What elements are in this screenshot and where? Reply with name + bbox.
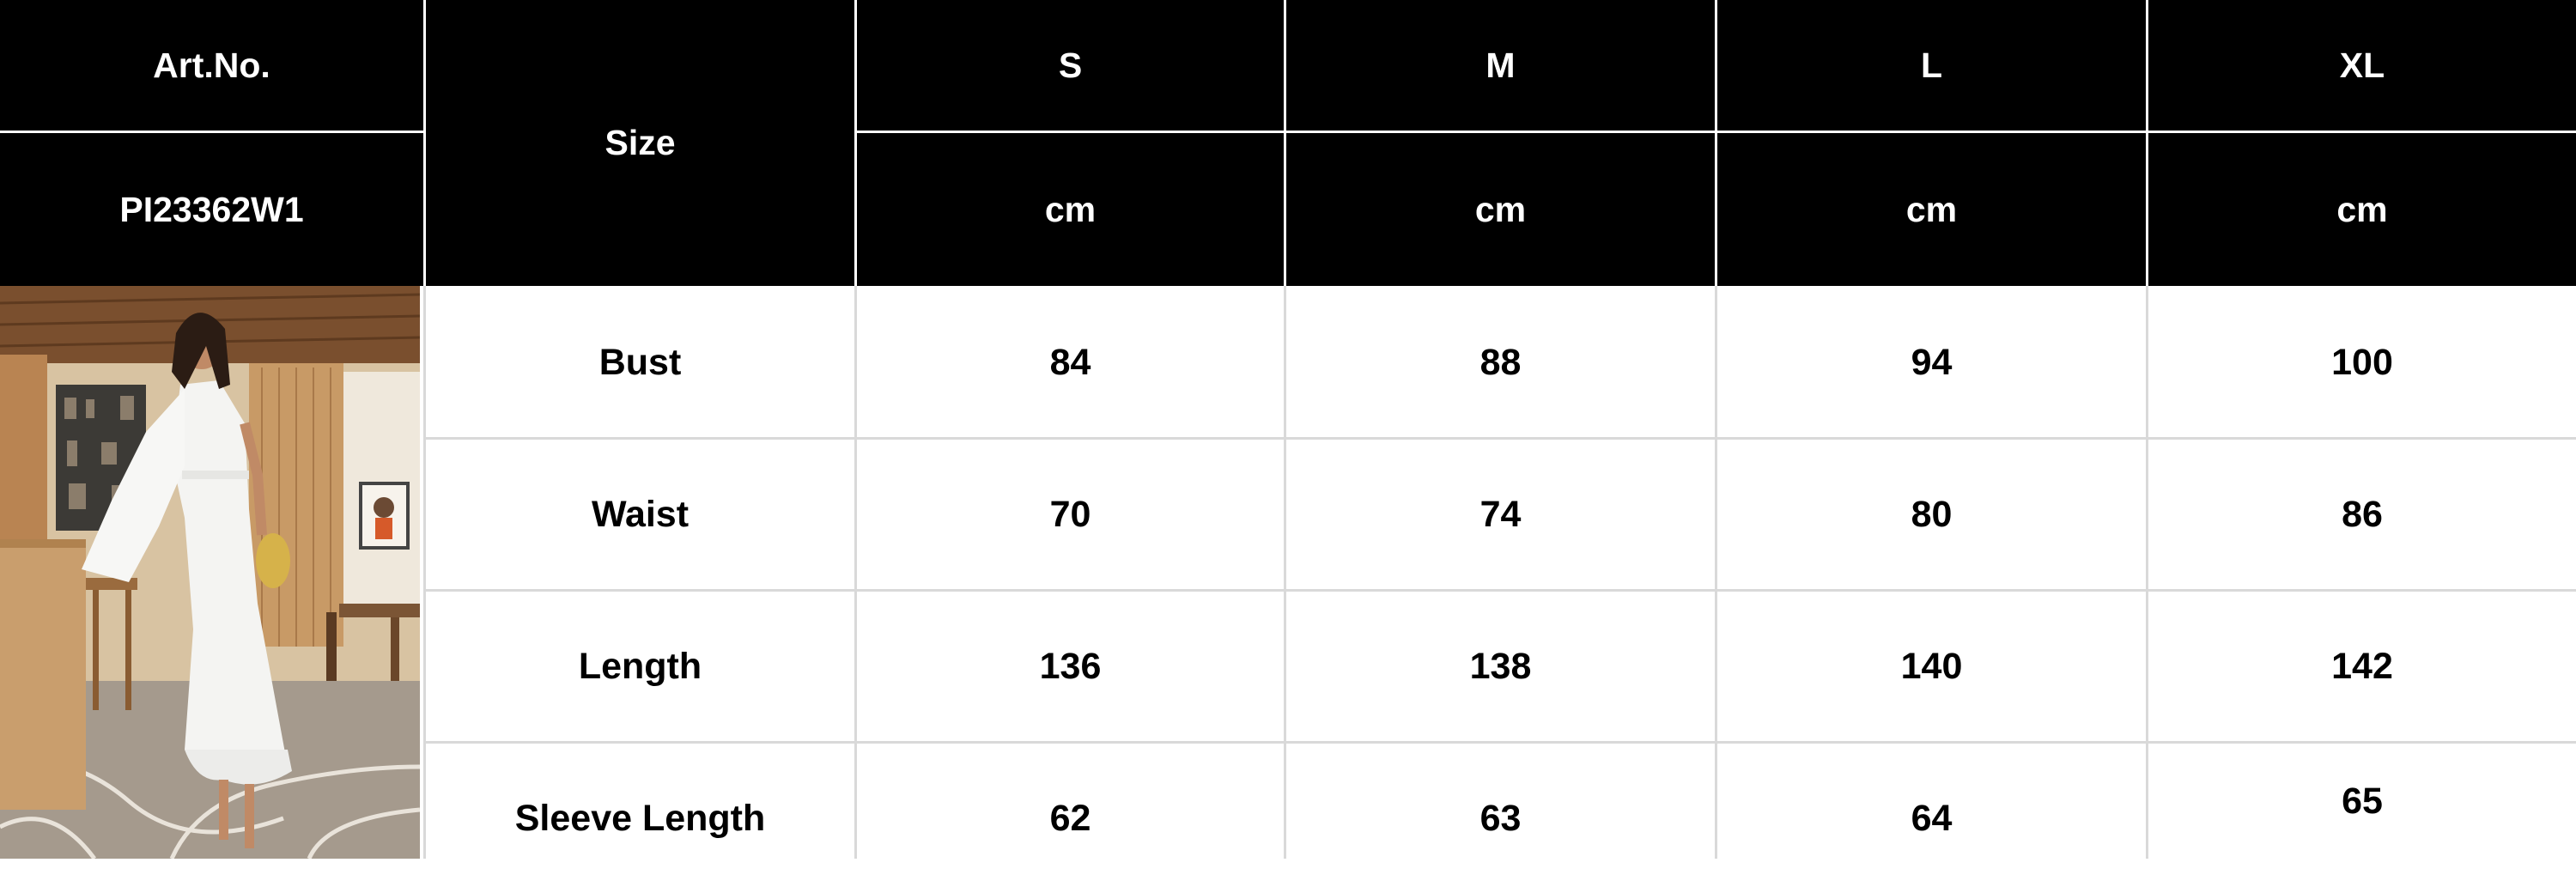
- size-header-xl: XL: [2148, 0, 2576, 131]
- row-label-sleeve-length: Sleeve Length: [426, 744, 854, 893]
- unit-l: cm: [1717, 133, 2146, 286]
- bust-m: 88: [1286, 288, 1715, 437]
- size-header-l: L: [1717, 0, 2146, 131]
- product-photo: [0, 286, 420, 859]
- bust-l: 94: [1717, 288, 2146, 437]
- size-chart-table: Art.No. PI23362W1 Size S M L XL cm cm cm…: [0, 0, 2576, 893]
- length-xl: 142: [2148, 592, 2576, 741]
- unit-xl: cm: [2148, 133, 2576, 286]
- row-label-waist: Waist: [426, 440, 854, 589]
- sleeve-length-xl: 65: [2148, 744, 2576, 859]
- length-s: 136: [857, 592, 1284, 741]
- size-header-m: M: [1286, 0, 1715, 131]
- unit-m: cm: [1286, 133, 1715, 286]
- waist-m: 74: [1286, 440, 1715, 589]
- sleeve-length-l: 64: [1717, 744, 2146, 893]
- art-no-label: Art.No.: [0, 0, 423, 131]
- waist-s: 70: [857, 440, 1284, 589]
- art-no-value: PI23362W1: [0, 133, 423, 286]
- size-header-s: S: [857, 0, 1284, 131]
- length-m: 138: [1286, 592, 1715, 741]
- bust-s: 84: [857, 288, 1284, 437]
- row-label-bust: Bust: [426, 288, 854, 437]
- unit-s: cm: [857, 133, 1284, 286]
- waist-xl: 86: [2148, 440, 2576, 589]
- length-l: 140: [1717, 592, 2146, 741]
- sleeve-length-s: 62: [857, 744, 1284, 893]
- model-photo-image: [0, 286, 420, 859]
- sleeve-length-m: 63: [1286, 744, 1715, 893]
- size-label: Size: [426, 0, 854, 286]
- waist-l: 80: [1717, 440, 2146, 589]
- row-label-length: Length: [426, 592, 854, 741]
- bust-xl: 100: [2148, 288, 2576, 437]
